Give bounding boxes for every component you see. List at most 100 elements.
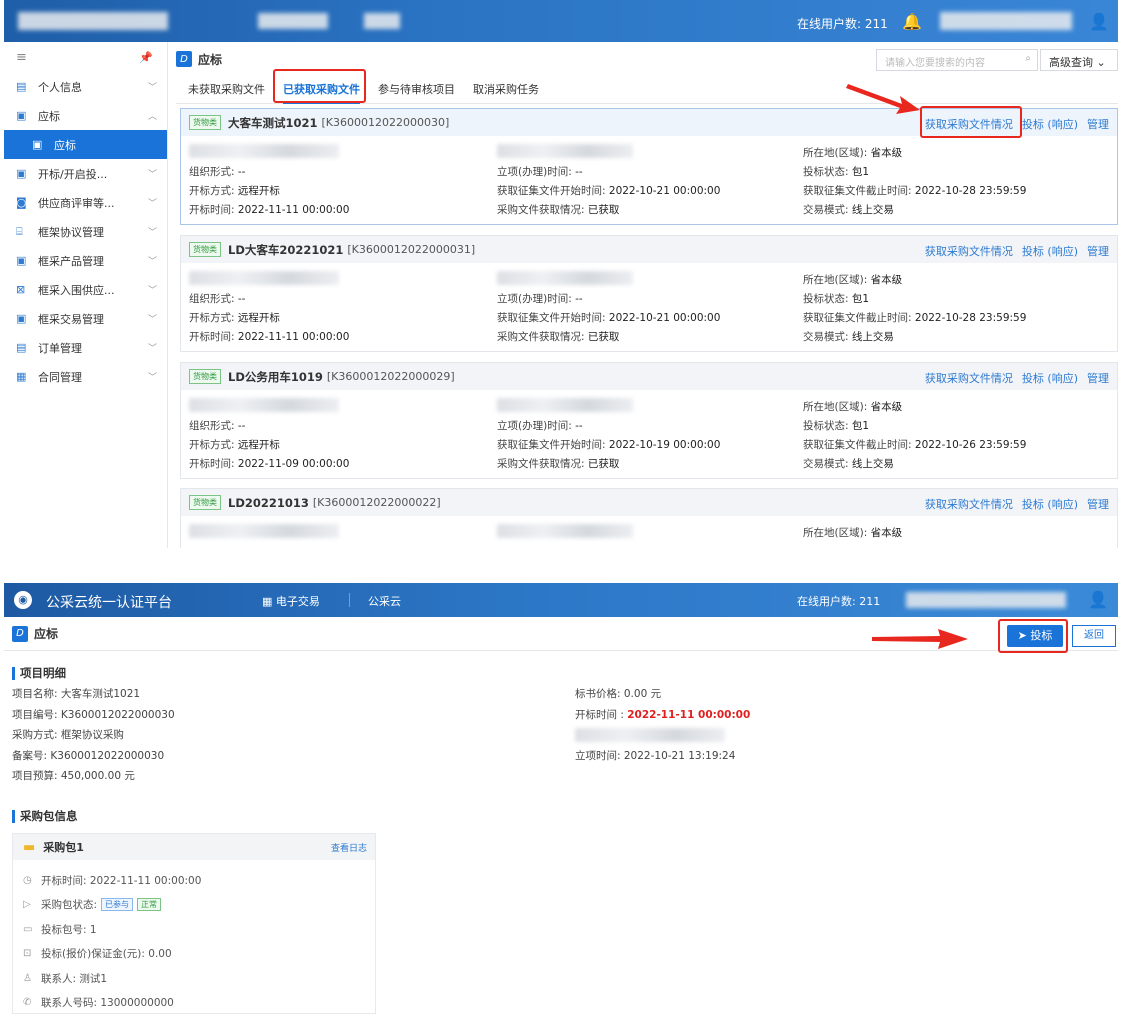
package-field: 联系人号码: 13000000000 xyxy=(41,997,174,1010)
org-row: 组织形式: -- xyxy=(189,163,349,182)
field-label: 开标时间: xyxy=(189,331,235,343)
clock-icon: ◷ xyxy=(23,874,32,886)
nav-electronic-trade[interactable]: ▦ 电子交易 xyxy=(262,593,320,609)
advanced-query-label: 高级查询 xyxy=(1049,56,1093,69)
open-time-row: 开标时间: 2022-11-09 00:00:00 xyxy=(189,455,349,474)
bell-icon[interactable]: 🔔 xyxy=(902,12,922,31)
sidebar-item-review[interactable]: ◙ 供应商评审等... ﹀ xyxy=(4,188,167,217)
back-button[interactable]: 返回 xyxy=(1072,625,1116,647)
package-open-time: ◷ 开标时间: 2022-11-11 00:00:00 xyxy=(13,868,375,893)
bid-link[interactable]: 投标 (响应) xyxy=(1022,372,1078,385)
blurred-nav xyxy=(364,13,400,29)
doc-status-link[interactable]: 获取采购文件情况 xyxy=(925,245,1013,258)
nav-gongcaiyun[interactable]: 公采云 xyxy=(368,593,401,609)
contracts-icon: ▦ xyxy=(16,370,27,383)
tab-bar: 未获取采购文件 已获取采购文件 参与待审核项目 取消采购任务 xyxy=(176,69,1118,104)
profile-icon: ▤ xyxy=(16,80,27,93)
card-body: 所在地(区域): 省本级 xyxy=(181,516,1117,548)
sidebar-item-label: 框采产品管理 xyxy=(38,254,104,268)
manage-link[interactable]: 管理 xyxy=(1087,498,1109,511)
blurred-text xyxy=(189,524,339,538)
view-log-link[interactable]: 查看日志 xyxy=(331,841,367,854)
org-row: 组织形式: -- xyxy=(189,417,349,436)
field-label: 开标时间: xyxy=(189,458,235,470)
open-mode-row: 开标方式: 远程开标 xyxy=(189,182,349,201)
sidebar-item-suppliers[interactable]: ⊠ 框采入围供应... ﹀ xyxy=(4,275,167,304)
field-label: 采购文件获取情况: xyxy=(497,458,585,470)
project-budget: 项目预算: 450,000.00 元 xyxy=(12,770,135,782)
menu-icon[interactable]: ≡ xyxy=(16,50,27,65)
chevron-down-icon: ﹀ xyxy=(147,83,157,93)
field-label: 组织形式: xyxy=(189,293,235,305)
goods-tag: 货物类 xyxy=(189,495,221,510)
collect-start-row: 获取征集文件开始时间: 2022-10-19 00:00:00 xyxy=(497,436,720,455)
sidebar-item-bid[interactable]: ▣ 应标 xyxy=(4,130,167,159)
project-details-right: 标书价格: 0.00 元 开标时间 : 2022-11-11 00:00:00 … xyxy=(575,684,750,766)
field-label: 投标状态: xyxy=(803,420,849,432)
red-arrow-icon xyxy=(872,629,968,649)
bid-link[interactable]: 投标 (响应) xyxy=(1022,118,1078,131)
sidebar-item-framework[interactable]: ⌸ 框架协议管理 ﹀ xyxy=(4,217,167,246)
region-row: 所在地(区域): 省本级 xyxy=(803,524,902,543)
advanced-query-button[interactable]: 高级查询 ⌄ xyxy=(1040,49,1118,71)
manage-link[interactable]: 管理 xyxy=(1087,118,1109,131)
sidebar-item-contracts[interactable]: ▦ 合同管理 ﹀ xyxy=(4,362,167,391)
package-field: 投标包号: 1 xyxy=(41,923,97,936)
doc-status-link[interactable]: 获取采购文件情况 xyxy=(925,498,1013,511)
card-col-left: 组织形式: -- 开标方式: 远程开标 开标时间: 2022-11-09 00:… xyxy=(189,417,349,474)
folder-outline-icon: ▭ xyxy=(23,923,33,935)
chevron-down-icon: ﹀ xyxy=(147,228,157,238)
manage-link[interactable]: 管理 xyxy=(1087,245,1109,258)
procurement-method: 采购方式: 框架协议采购 xyxy=(12,729,124,741)
region-row: 所在地(区域): 省本级 xyxy=(803,144,1026,163)
chevron-down-icon: ﹀ xyxy=(147,170,157,180)
sidebar-item-orders[interactable]: ▤ 订单管理 ﹀ xyxy=(4,333,167,362)
sidebar-item-products[interactable]: ▣ 框采产品管理 ﹀ xyxy=(4,246,167,275)
card-col-left: 组织形式: -- 开标方式: 远程开标 开标时间: 2022-11-11 00:… xyxy=(189,163,349,220)
tab-cancelled[interactable]: 取消采购任务 xyxy=(473,76,539,104)
search-icon[interactable]: ⌕ xyxy=(1025,53,1031,64)
package-phone: ✆ 联系人号码: 13000000000 xyxy=(13,991,375,1014)
top-header: ◉ 公采云统一认证平台 ▦ 电子交易 公采云 在线用户数: 211 👤 xyxy=(4,583,1118,617)
highlight-box xyxy=(998,619,1068,653)
bid-link[interactable]: 投标 (响应) xyxy=(1022,245,1078,258)
package-status: ▷ 采购包状态: 已参与 正常 xyxy=(13,893,375,918)
card-body: 组织形式: -- 开标方式: 远程开标 开标时间: 2022-11-11 00:… xyxy=(181,263,1117,351)
field-value: 2022-10-19 00:00:00 xyxy=(608,439,721,451)
sidebar-item-bid-group[interactable]: ▣ 应标 ︿ xyxy=(4,101,167,130)
card-col-mid: 立项(办理)时间: -- 获取征集文件开始时间: 2022-10-21 00:0… xyxy=(497,290,720,347)
tab-not-obtained[interactable]: 未获取采购文件 xyxy=(188,76,265,104)
sidebar-item-label: 个人信息 xyxy=(38,80,82,94)
field-value: 2022-10-26 23:59:59 xyxy=(914,439,1027,451)
user-icon[interactable]: 👤 xyxy=(1089,12,1109,31)
receipt-icon: ⊡ xyxy=(23,948,32,960)
field-label: 开标时间: xyxy=(189,204,235,216)
field-label: 所在地(区域): xyxy=(803,274,868,286)
field-value: -- xyxy=(575,293,583,305)
search-input[interactable]: 请输入您要搜索的内容 ⌕ xyxy=(876,49,1038,71)
field-value: 2022-10-21 00:00:00 xyxy=(608,312,721,324)
field-label: 开标方式: xyxy=(189,439,235,451)
field-label: 交易模式: xyxy=(803,331,849,343)
manage-link[interactable]: 管理 xyxy=(1087,372,1109,385)
user-icon[interactable]: 👤 xyxy=(1088,590,1108,609)
project-name: 项目名称: 大客车测试1021 xyxy=(12,688,141,700)
field-label: 立项(办理)时间: xyxy=(497,293,572,305)
sidebar-item-trade[interactable]: ▣ 框采交易管理 ﹀ xyxy=(4,304,167,333)
pin-icon[interactable]: 📌 xyxy=(139,51,153,64)
tab-pending-review[interactable]: 参与待审核项目 xyxy=(378,76,455,104)
field-label: 投标状态: xyxy=(803,166,849,178)
page-badge-icon: D xyxy=(176,51,192,67)
sidebar-item-label: 应标 xyxy=(38,109,60,123)
platform-title: 公采云统一认证平台 xyxy=(46,595,172,611)
open-time-row: 开标时间: 2022-11-11 00:00:00 xyxy=(189,201,349,220)
bid-link[interactable]: 投标 (响应) xyxy=(1022,498,1078,511)
sidebar-item-opening[interactable]: ▣ 开标/开启投... ﹀ xyxy=(4,159,167,188)
collect-end-row: 获取征集文件截止时间: 2022-10-28 23:59:59 xyxy=(803,309,1026,328)
doc-status-link[interactable]: 获取采购文件情况 xyxy=(925,372,1013,385)
project-name: LD大客车20221021 xyxy=(228,242,344,257)
package-card: ▬ 采购包1 查看日志 ◷ 开标时间: 2022-11-11 00:00:00 ▷… xyxy=(12,833,376,1014)
sidebar-item-profile[interactable]: ▤ 个人信息 ﹀ xyxy=(4,72,167,101)
blurred-text xyxy=(189,144,339,158)
project-code: 项目编号: K3600012022000030 xyxy=(12,708,175,721)
